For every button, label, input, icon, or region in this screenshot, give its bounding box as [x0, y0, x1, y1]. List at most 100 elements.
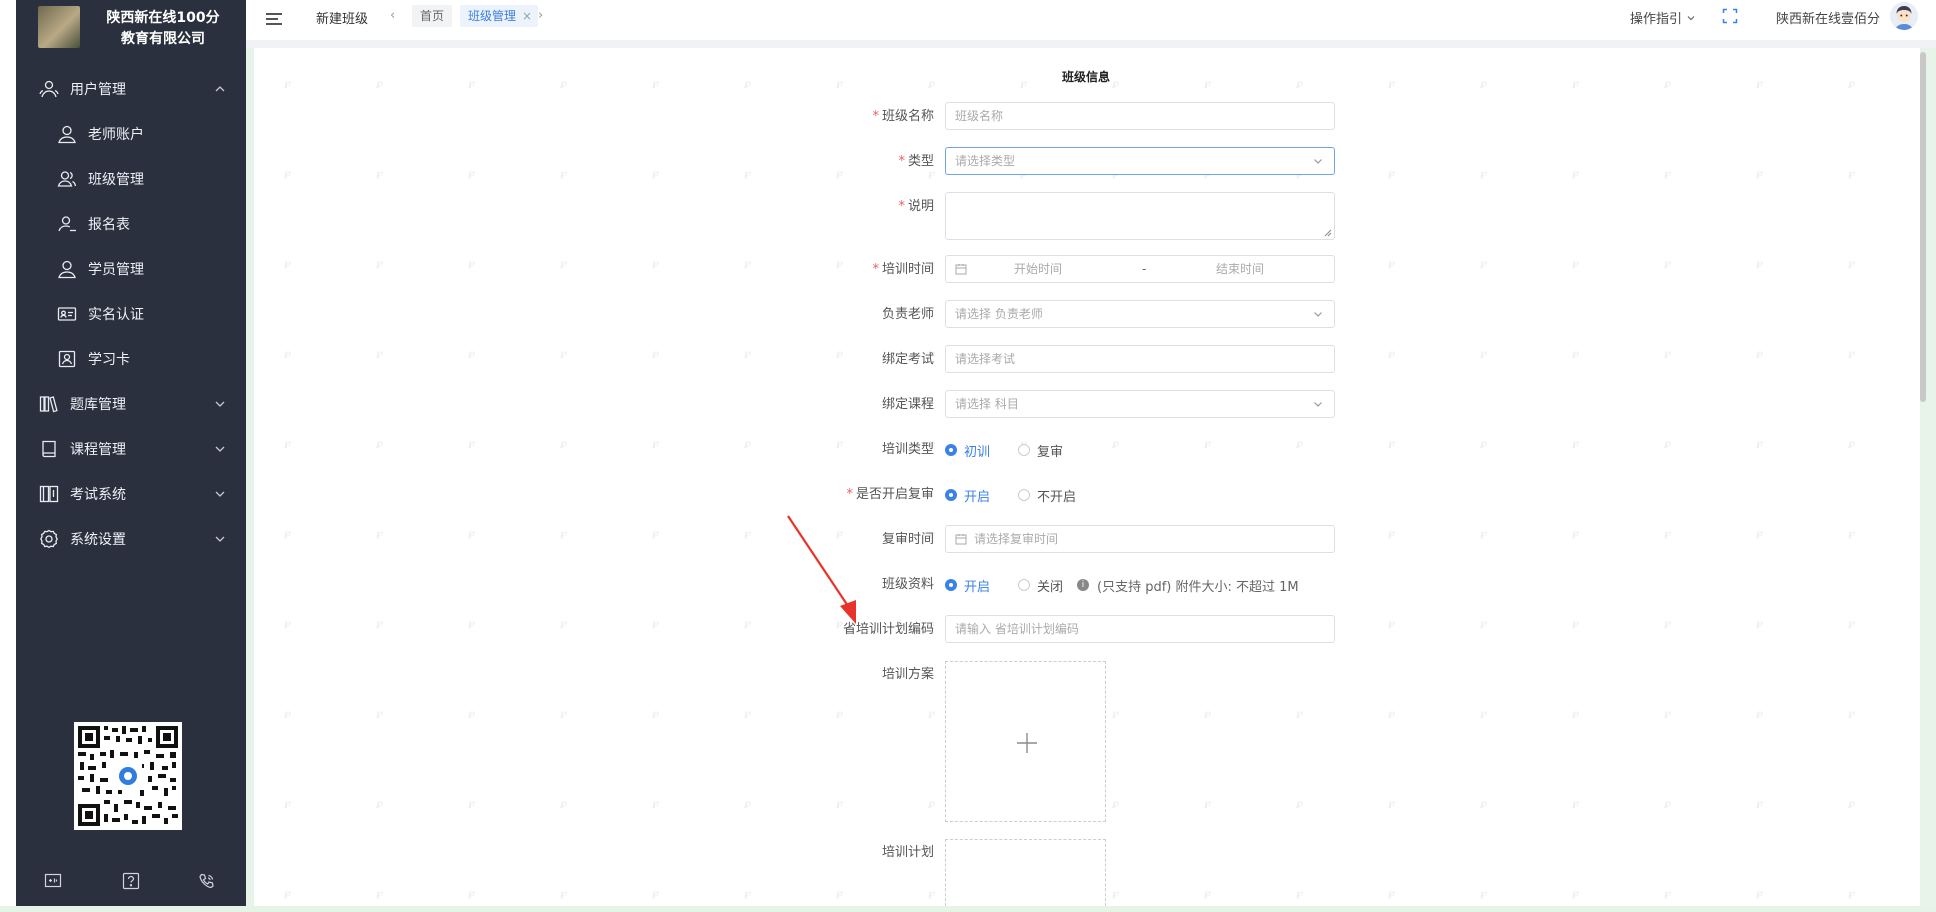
sidebar-item-course-management[interactable]: 课程管理	[16, 429, 246, 469]
resize-grip-icon[interactable]	[1324, 229, 1332, 237]
form-title: 班级信息	[1062, 70, 1111, 84]
plan-code-input[interactable]: 请输入 省培训计划编码	[945, 615, 1335, 643]
sidebar-item-student-management[interactable]: 学员管理	[16, 249, 246, 289]
signup-icon	[56, 213, 78, 235]
required-mark: *	[898, 154, 905, 169]
id-card-icon	[56, 303, 78, 325]
class-material-label: 班级资料	[881, 577, 934, 592]
radio-review-training[interactable]: 复审	[1018, 441, 1063, 460]
menu-toggle-icon[interactable]	[264, 10, 284, 28]
avatar[interactable]	[1890, 2, 1918, 30]
plus-icon	[1017, 733, 1037, 753]
watermark-mark: ℘	[1848, 888, 1855, 899]
company-name-line1: 陕西新在线100分	[106, 10, 220, 26]
chevron-down-icon	[215, 491, 225, 497]
tab-close-icon[interactable]: ×	[522, 5, 532, 27]
training-plan-upload[interactable]	[945, 839, 1106, 906]
help-icon[interactable]	[120, 870, 142, 892]
class-name-input[interactable]: 班级名称	[945, 102, 1335, 130]
sidebar-item-signup-form[interactable]: 报名表	[16, 204, 246, 244]
watermark-mark: ℘	[652, 438, 659, 449]
radio-initial-training[interactable]: 初训	[945, 441, 991, 460]
type-label: * 类型	[898, 147, 934, 177]
watermark-mark: ℘	[284, 258, 291, 269]
watermark-mark: ℘	[1848, 528, 1855, 539]
watermark-mark: ℘	[284, 168, 291, 179]
watermark-mark: ℘	[1664, 78, 1671, 89]
training-scheme-upload[interactable]	[945, 661, 1106, 822]
watermark-mark: ℘	[836, 798, 843, 809]
sidebar-item-question-bank[interactable]: 题库管理	[16, 384, 246, 424]
tab-label: 班级管理	[468, 9, 517, 23]
radio-label: 开启	[964, 579, 991, 595]
form-row-review-time: 复审时间 请选择复审时间	[800, 525, 1340, 555]
training-time-range-picker[interactable]: 开始时间 - 结束时间	[945, 255, 1335, 283]
watermark-mark: ℘	[744, 618, 751, 629]
watermark-mark: ℘	[1388, 888, 1395, 899]
screen-icon[interactable]	[42, 870, 64, 892]
teacher-icon	[56, 123, 78, 145]
sidebar-item-real-name-auth[interactable]: 实名认证	[16, 294, 246, 334]
watermark-mark: ℘	[1572, 618, 1579, 629]
course-icon	[38, 438, 60, 460]
tab-class-management[interactable]: 班级管理 ×	[460, 5, 539, 27]
watermark-mark: ℘	[1572, 708, 1579, 719]
description-textarea[interactable]	[945, 192, 1335, 240]
start-date-placeholder[interactable]: 开始时间	[1014, 256, 1062, 282]
sidebar-item-label: 题库管理	[70, 397, 126, 413]
user-name[interactable]: 陕西新在线壹佰分	[1776, 8, 1880, 27]
watermark-mark: ℘	[744, 348, 751, 359]
watermark-mark: ℘	[560, 168, 567, 179]
watermark-mark: ℘	[1388, 438, 1395, 449]
radio-dot	[945, 444, 957, 456]
exam-input[interactable]: 请选择考试	[945, 345, 1335, 373]
radio-material-off[interactable]: 关闭	[1018, 576, 1063, 595]
scrollbar-thumb[interactable]	[1920, 52, 1926, 402]
watermark-mark: ℘	[744, 78, 751, 89]
radio-material-on[interactable]: 开启	[945, 576, 991, 595]
phone-icon[interactable]	[196, 870, 218, 892]
watermark-mark: ℘	[560, 888, 567, 899]
watermark-mark: ℘	[376, 168, 383, 179]
placeholder: 请选择复审时间	[974, 532, 1059, 546]
radio-review-on[interactable]: 开启	[945, 486, 990, 505]
radio-dot	[1018, 444, 1030, 456]
watermark-mark: ℘	[1848, 168, 1855, 179]
sidebar-item-user-management[interactable]: 用户管理	[16, 69, 246, 109]
chevron-down-icon	[215, 536, 225, 542]
watermark-mark: ℘	[376, 888, 383, 899]
type-select[interactable]: 请选择类型	[945, 147, 1335, 175]
watermark-mark: ℘	[1572, 888, 1579, 899]
operation-guide-dropdown[interactable]: 操作指引	[1630, 8, 1696, 27]
radio-label: 初训	[964, 444, 991, 460]
tabs-scroll-left-icon[interactable]: ‹	[390, 8, 395, 23]
teacher-select[interactable]: 请选择 负责老师	[945, 300, 1335, 328]
chevron-down-icon	[215, 446, 225, 452]
tabs-scroll-right-icon[interactable]: ›	[538, 8, 543, 23]
sidebar-item-class-management[interactable]: 班级管理	[16, 159, 246, 199]
tab-home[interactable]: 首页	[412, 5, 453, 27]
watermark-mark: ℘	[376, 78, 383, 89]
sidebar-item-exam-system[interactable]: 考试系统	[16, 474, 246, 514]
sidebar-item-system-settings[interactable]: 系统设置	[16, 519, 246, 559]
form-row-type: * 类型 请选择类型	[800, 147, 1340, 177]
radio-review-off[interactable]: 不开启	[1018, 486, 1076, 505]
watermark-mark: ℘	[1388, 798, 1395, 809]
watermark-mark: ℘	[376, 798, 383, 809]
sidebar-item-teacher-account[interactable]: 老师账户	[16, 114, 246, 154]
course-select[interactable]: 请选择 科目	[945, 390, 1335, 418]
watermark-mark: ℘	[1572, 78, 1579, 89]
label-text: 培训时间	[881, 262, 934, 277]
chevron-down-icon	[1314, 312, 1322, 317]
radio-dot	[945, 579, 957, 591]
info-icon: i	[1077, 579, 1089, 591]
watermark-mark: ℘	[284, 438, 291, 449]
watermark-mark: ℘	[560, 708, 567, 719]
fullscreen-icon[interactable]	[1722, 8, 1738, 24]
form-row-teacher: 负责老师 请选择 负责老师	[800, 300, 1340, 330]
end-date-placeholder[interactable]: 结束时间	[1216, 256, 1264, 282]
watermark-mark: ℘	[1848, 348, 1855, 359]
watermark-mark: ℘	[468, 798, 475, 809]
review-time-picker[interactable]: 请选择复审时间	[945, 525, 1335, 553]
sidebar-item-study-card[interactable]: 学习卡	[16, 339, 246, 379]
